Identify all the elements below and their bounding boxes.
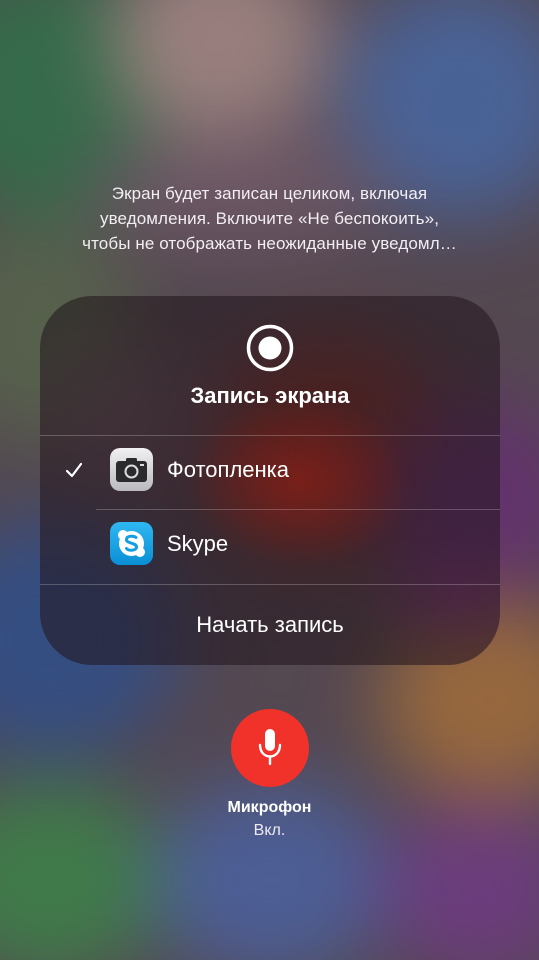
info-line: чтобы не отображать неожиданные уведомл…: [82, 234, 457, 253]
skype-app-icon: [110, 522, 153, 565]
info-line: уведомления. Включите «Не беспокоить»,: [99, 209, 440, 228]
screen-recording-panel: Запись экрана Фотопленка Skype Начать за…: [40, 296, 500, 665]
microphone-state: Вкл.: [253, 822, 286, 839]
checkmark-icon: [65, 462, 83, 478]
destination-label: Skype: [167, 531, 229, 556]
camera-app-icon: [110, 448, 153, 491]
start-recording-button[interactable]: Начать запись: [40, 584, 500, 665]
screen-record-icon: [246, 324, 294, 372]
screen-recording-screen: Экран будет записан целиком, включая уве…: [0, 0, 539, 960]
microphone-icon: [258, 729, 282, 766]
destination-row-skype[interactable]: Skype: [40, 509, 500, 583]
microphone-label: Микрофон: [227, 799, 312, 816]
recording-info-text: Экран будет записан целиком, включая уве…: [40, 181, 499, 256]
panel-title: Запись экрана: [190, 383, 350, 408]
microphone-toggle-button[interactable]: [231, 709, 309, 787]
info-line: Экран будет записан целиком, включая: [111, 184, 428, 203]
destination-row-photos[interactable]: Фотопленка: [40, 435, 500, 509]
destination-label: Фотопленка: [167, 457, 290, 482]
